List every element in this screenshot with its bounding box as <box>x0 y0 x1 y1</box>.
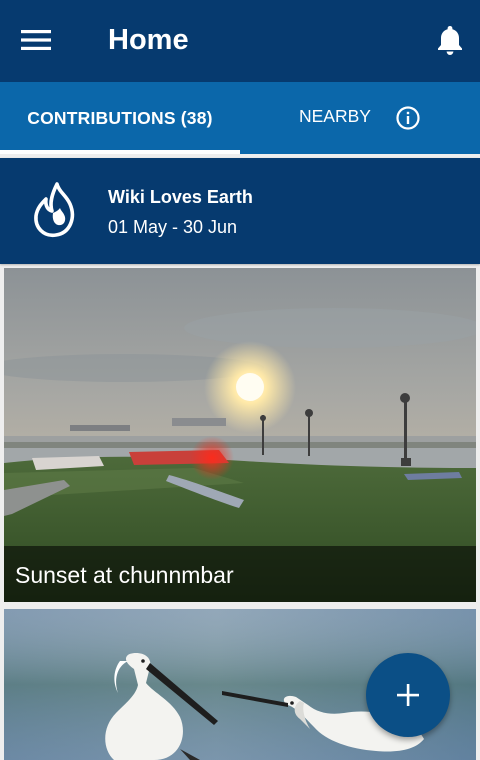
plus-icon <box>397 684 419 706</box>
app-screen: Home CONTRIBUTIONS (38) NEARBY Wiki Love… <box>0 0 480 760</box>
menu-icon <box>21 30 51 50</box>
caption-bar: Sunset at chunnmbar <box>4 546 476 602</box>
campaign-name: Wiki Loves Earth <box>108 187 253 207</box>
tab-contributions[interactable]: CONTRIBUTIONS (38) <box>0 82 240 154</box>
tab-contributions-label: CONTRIBUTIONS (38) <box>27 107 213 128</box>
tab-bar: CONTRIBUTIONS (38) NEARBY <box>0 82 480 154</box>
info-icon[interactable] <box>395 105 421 131</box>
notifications-button[interactable] <box>428 18 472 62</box>
contribution-caption: Sunset at chunnmbar <box>15 562 234 588</box>
tab-selected-indicator <box>0 150 240 154</box>
bell-icon <box>438 26 462 55</box>
campaign-card[interactable]: Wiki Loves Earth 01 May - 30 Jun <box>0 158 480 264</box>
campaign-dates: 01 May - 30 Jun <box>108 217 238 237</box>
tab-nearby-label: NEARBY <box>299 106 371 126</box>
toolbar: Home <box>0 0 480 82</box>
contribution-card[interactable]: Sunset at chunnmbar <box>4 268 476 602</box>
tab-nearby[interactable]: NEARBY <box>240 82 480 154</box>
wiki-loves-earth-icon <box>34 182 75 238</box>
page-title: Home <box>108 24 189 56</box>
add-contribution-button[interactable] <box>366 653 450 737</box>
menu-button[interactable] <box>14 20 58 60</box>
